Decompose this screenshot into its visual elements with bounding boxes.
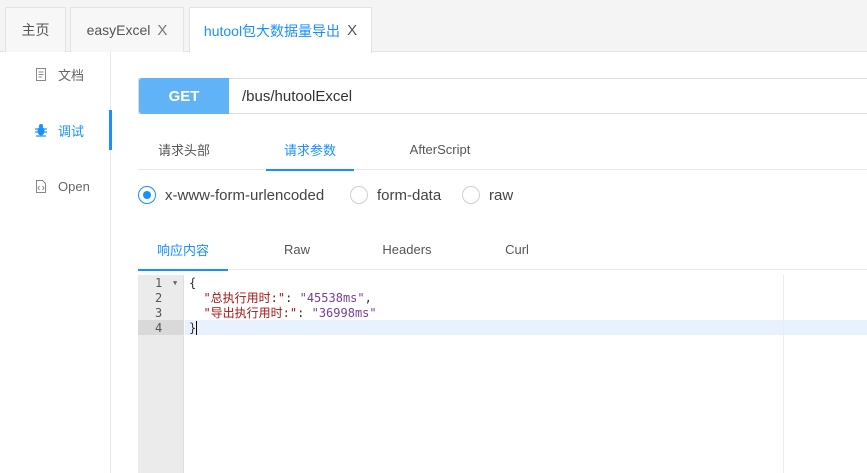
tab-easyexcel[interactable]: easyExcel X [70, 7, 184, 52]
tab-afterscript[interactable]: AfterScript [391, 128, 489, 170]
json-value: "36998ms" [311, 305, 377, 320]
code-line: { [189, 275, 196, 290]
sidebar-item-open[interactable]: Open [0, 166, 111, 206]
bug-icon [34, 123, 48, 137]
line-number: 4 [138, 320, 184, 335]
close-icon[interactable]: X [157, 23, 167, 38]
tab-response-curl[interactable]: Curl [482, 228, 552, 270]
request-tabs: 请求头部 请求参数 AfterScript [138, 128, 867, 171]
print-margin [783, 275, 784, 473]
document-icon [34, 67, 48, 81]
json-value: "45538ms" [299, 290, 365, 305]
url-input[interactable]: /bus/hutoolExcel [242, 79, 352, 113]
method-selector[interactable]: GET [139, 78, 229, 114]
radio-form-data[interactable]: form-data [350, 182, 441, 208]
sidebar-item-docs[interactable]: 文档 [0, 54, 111, 94]
tab-label: 主页 [21, 22, 50, 38]
sidebar-item-label: 调试 [58, 123, 85, 139]
tab-request-params[interactable]: 请求参数 [266, 128, 354, 171]
sidebar-item-label: 文档 [58, 67, 85, 83]
tab-request-headers[interactable]: 请求头部 [138, 128, 230, 170]
active-line-highlight [185, 320, 867, 335]
radio-checked-icon [138, 186, 156, 204]
fold-arrow-icon[interactable]: ▼ [173, 279, 177, 287]
line-number: 2 [155, 290, 163, 305]
response-tabs: 响应内容 Raw Headers Curl [138, 228, 867, 271]
tab-response-headers[interactable]: Headers [362, 228, 452, 270]
line-number: 1 ▼ [155, 275, 178, 290]
json-key: "导出执行用时:" [203, 306, 298, 320]
line-number: 3 [155, 305, 163, 320]
tab-response-raw[interactable]: Raw [258, 228, 336, 270]
request-url-bar: GET /bus/hutoolExcel [138, 78, 867, 114]
tab-home[interactable]: 主页 [5, 7, 66, 52]
sidebar: 文档 调试 Open [0, 52, 112, 473]
radio-label: form-data [377, 186, 442, 204]
close-icon[interactable]: X [347, 23, 357, 38]
radio-raw[interactable]: raw [462, 182, 513, 208]
radio-unchecked-icon [350, 186, 368, 204]
radio-x-www-form-urlencoded[interactable]: x-www-form-urlencoded [138, 182, 324, 208]
code-line: "导出执行用时:": "36998ms" [203, 305, 377, 321]
tab-label: easyExcel [86, 22, 151, 38]
tab-label: hutool包大数据量导出 [203, 22, 341, 39]
file-code-icon [34, 179, 48, 193]
radio-label: x-www-form-urlencoded [165, 186, 325, 204]
json-brace: { [189, 275, 197, 290]
radio-unchecked-icon [462, 186, 480, 204]
sidebar-item-debug[interactable]: 调试 [0, 110, 112, 150]
tab-bar: 主页 easyExcel X hutool包大数据量导出 X [0, 0, 867, 53]
tab-response-content[interactable]: 响应内容 [138, 228, 228, 271]
sidebar-item-label: Open [58, 178, 90, 194]
text-cursor [196, 321, 197, 335]
line-number-gutter: 1 ▼ 2 3 4 [138, 275, 184, 473]
response-editor[interactable]: 1 ▼ 2 3 4 { "总执行用时:": "45538ms", "导出执行用时:… [138, 275, 867, 473]
code-line: "总执行用时:": "45538ms", [203, 290, 372, 306]
tab-hutool-export[interactable]: hutool包大数据量导出 X [189, 7, 372, 53]
radio-label: raw [489, 186, 514, 204]
